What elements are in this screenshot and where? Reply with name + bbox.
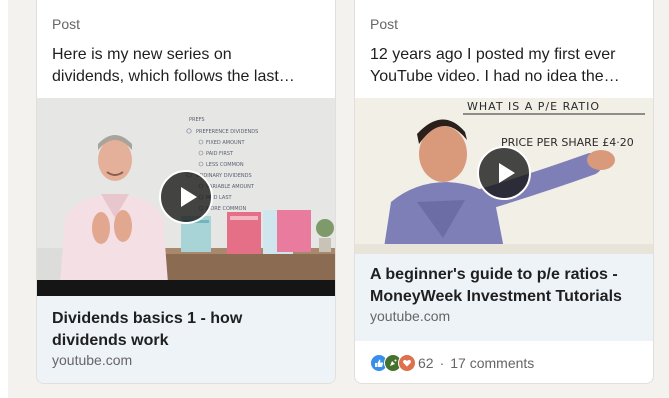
link-title[interactable]: Dividends basics 1 - how dividends work <box>52 308 325 352</box>
link-preview[interactable]: Dividends basics 1 - how dividends work … <box>37 296 335 383</box>
post-card: Post Here is my new series on dividends,… <box>36 0 336 384</box>
post-kind-label: Post <box>52 16 81 32</box>
whiteboard-line: LESS COMMON <box>206 162 244 168</box>
social-counts: 62 · 17 comments <box>370 354 534 372</box>
whiteboard-heading: WHAT IS A P/E RATIO <box>467 100 600 113</box>
whiteboard-line: FIXED AMOUNT <box>206 140 245 146</box>
love-icon <box>398 354 416 372</box>
whiteboard-line: PRICE PER SHARE £4·20 <box>501 136 634 149</box>
play-icon[interactable] <box>477 146 531 200</box>
post-text[interactable]: Here is my new series on dividends, whic… <box>52 44 321 88</box>
link-preview[interactable]: A beginner's guide to p/e ratios - Money… <box>355 254 653 341</box>
whiteboard-line: VARIABLE AMOUNT <box>206 184 255 190</box>
comments-count[interactable]: 17 comments <box>450 355 534 371</box>
separator: · <box>439 355 445 371</box>
whiteboard-line: PAID FIRST <box>206 151 234 157</box>
link-domain: youtube.com <box>370 308 451 324</box>
play-icon[interactable] <box>159 170 213 224</box>
link-title[interactable]: A beginner's guide to p/e ratios - Money… <box>370 264 643 308</box>
video-thumbnail[interactable]: PREFS PREFERENCE DIVIDENDS FIXED AMOUNT … <box>37 98 335 296</box>
whiteboard-line: PREFERENCE DIVIDENDS <box>196 129 258 135</box>
whiteboard-line: MORE COMMON <box>206 206 246 212</box>
video-thumbnail[interactable]: WHAT IS A P/E RATIO PRICE PER SHARE £4·2… <box>355 98 653 254</box>
post-text[interactable]: 12 years ago I posted my first ever YouT… <box>370 44 639 88</box>
post-card: Post 12 years ago I posted my first ever… <box>354 0 654 384</box>
link-domain: youtube.com <box>52 352 133 368</box>
whiteboard-heading: PREFS <box>189 117 205 123</box>
reaction-count[interactable]: 62 <box>418 355 434 371</box>
post-kind-label: Post <box>370 16 399 32</box>
feed-left-edge <box>0 0 8 398</box>
reaction-icons[interactable] <box>370 354 416 372</box>
